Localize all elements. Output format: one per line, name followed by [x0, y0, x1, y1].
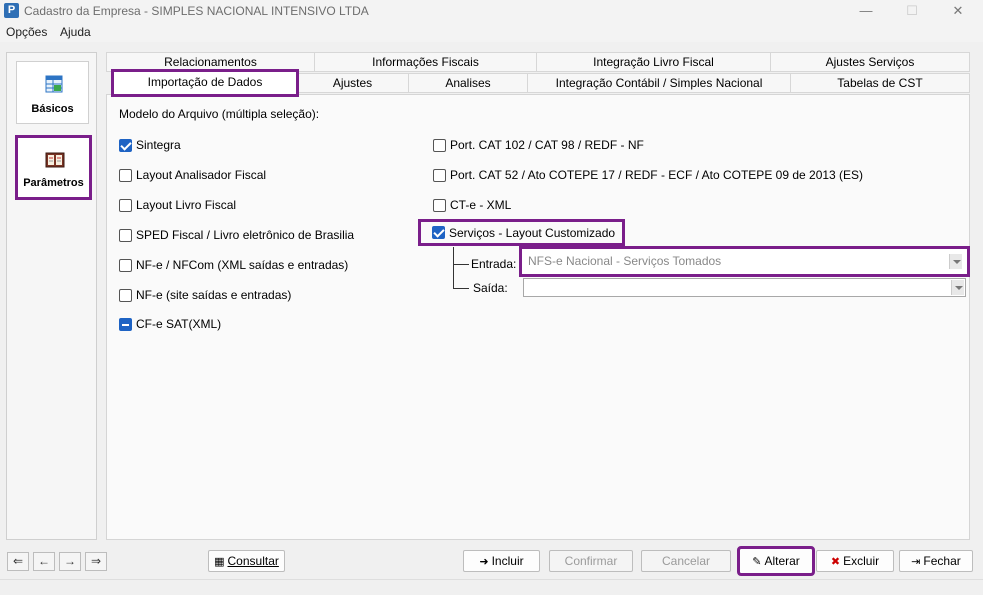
menu-ajuda[interactable]: Ajuda [60, 25, 91, 39]
tab-relacionamentos[interactable]: Relacionamentos [106, 52, 315, 72]
entrada-value: NFS-e Nacional - Serviços Tomados [528, 254, 722, 268]
option-servicos-layout-customizado[interactable]: Serviços - Layout Customizado [418, 219, 625, 246]
checkbox[interactable] [119, 198, 132, 212]
tab-integracao-contabil[interactable]: Integração Contábil / Simples Nacional [527, 73, 791, 93]
delete-icon: ✖ [830, 556, 841, 568]
option-sped-fiscal[interactable]: SPED Fiscal / Livro eletrônico de Brasil… [119, 227, 354, 243]
option-label: Layout Analisador Fiscal [136, 168, 267, 182]
next-record-button[interactable]: → [59, 552, 81, 571]
consultar-button[interactable]: ▦ Consultar [208, 550, 285, 572]
checkbox[interactable] [119, 288, 132, 302]
saida-label: Saída: [473, 281, 508, 295]
last-icon: ⇒ [90, 554, 102, 568]
checkbox[interactable] [119, 228, 132, 242]
option-nfe-nfcom[interactable]: NF-e / NFCom (XML saídas e entradas) [119, 257, 348, 273]
sidebar: Básicos Parâmetros [6, 52, 97, 540]
sidebar-item-basicos[interactable]: Básicos [16, 61, 89, 124]
confirmar-label: Confirmar [564, 554, 618, 568]
checkbox[interactable] [433, 168, 446, 182]
cancelar-button[interactable]: Cancelar [641, 550, 731, 572]
tab-integracao-livro-fiscal[interactable]: Integração Livro Fiscal [536, 52, 771, 72]
book-icon [45, 152, 65, 168]
checkbox-indeterminate[interactable] [119, 317, 132, 331]
tab-analises[interactable]: Analises [408, 73, 528, 93]
fechar-button[interactable]: ⇥ Fechar [899, 550, 973, 572]
consultar-label: Consultar [227, 554, 279, 568]
exit-icon: ⇥ [911, 556, 921, 568]
option-layout-livro-fiscal[interactable]: Layout Livro Fiscal [119, 197, 236, 213]
tab-informacoes-fiscais[interactable]: Informações Fiscais [314, 52, 537, 72]
minimize-button[interactable]: — [843, 0, 889, 22]
tab-strip: Relacionamentos Informações Fiscais Inte… [106, 52, 970, 97]
chevron-down-icon[interactable] [949, 254, 962, 269]
chevron-down-icon[interactable] [951, 280, 964, 295]
incluir-label: Incluir [491, 554, 524, 568]
option-label: Serviços - Layout Customizado [449, 225, 616, 240]
option-label: NF-e / NFCom (XML saídas e entradas) [136, 258, 349, 272]
title-bar: P Cadastro da Empresa - SIMPLES NACIONAL… [0, 0, 983, 22]
option-nfe-site[interactable]: NF-e (site saídas e entradas) [119, 287, 291, 303]
tab-importacao-de-dados[interactable]: Importação de Dados [111, 69, 299, 97]
incluir-button[interactable]: ➜ Incluir [463, 550, 540, 572]
tree-line [453, 247, 454, 289]
alterar-label: Alterar [764, 554, 800, 568]
add-icon: ➜ [479, 556, 489, 568]
checkbox[interactable] [433, 198, 446, 212]
maximize-button[interactable]: ☐ [889, 0, 935, 22]
option-label: Layout Livro Fiscal [136, 198, 237, 212]
first-icon: ⇐ [12, 554, 24, 568]
option-label: Port. CAT 52 / Ato COTEPE 17 / REDF - EC… [450, 168, 864, 182]
entrada-select[interactable]: NFS-e Nacional - Serviços Tomados [519, 246, 970, 277]
tab-tabelas-de-cst[interactable]: Tabelas de CST [790, 73, 970, 93]
excluir-label: Excluir [843, 554, 880, 568]
option-cfe-sat[interactable]: CF-e SAT(XML) [119, 316, 221, 332]
option-label: Port. CAT 102 / CAT 98 / REDF - NF [450, 138, 644, 152]
menu-bar: Opções Ajuda [0, 22, 983, 42]
option-port-cat-52[interactable]: Port. CAT 52 / Ato COTEPE 17 / REDF - EC… [433, 167, 863, 183]
option-sintegra[interactable]: Sintegra [119, 137, 181, 153]
checkbox[interactable] [433, 138, 446, 152]
section-title: Modelo do Arquivo (múltipla seleção): [119, 107, 320, 121]
app-icon: P [4, 3, 19, 18]
fechar-label: Fechar [923, 554, 961, 568]
tree-line [453, 264, 469, 265]
option-label: Sintegra [136, 138, 181, 152]
status-bar [0, 579, 983, 595]
checkbox[interactable] [119, 258, 132, 272]
cancelar-label: Cancelar [661, 554, 711, 568]
table-icon: ▦ [214, 556, 225, 568]
saida-select[interactable] [523, 278, 966, 297]
next-icon: → [64, 554, 76, 568]
close-button[interactable]: ✕ [935, 0, 981, 22]
option-cte-xml[interactable]: CT-e - XML [433, 197, 511, 213]
option-label: NF-e (site saídas e entradas) [136, 288, 292, 302]
checkbox-checked[interactable] [432, 226, 445, 239]
alterar-button[interactable]: ✎ Alterar [737, 546, 815, 576]
previous-record-button[interactable]: ← [33, 552, 55, 571]
last-record-button[interactable]: ⇒ [85, 552, 107, 571]
excluir-button[interactable]: ✖ Excluir [816, 550, 894, 572]
tree-line [453, 288, 469, 289]
confirmar-button[interactable]: Confirmar [549, 550, 633, 572]
option-label: SPED Fiscal / Livro eletrônico de Brasil… [136, 228, 355, 242]
edit-icon: ✎ [752, 556, 762, 568]
import-panel: Modelo do Arquivo (múltipla seleção): Si… [106, 94, 970, 540]
option-layout-analisador[interactable]: Layout Analisador Fiscal [119, 167, 266, 183]
first-record-button[interactable]: ⇐ [7, 552, 29, 571]
option-label: CF-e SAT(XML) [136, 317, 222, 331]
option-port-cat-102[interactable]: Port. CAT 102 / CAT 98 / REDF - NF [433, 137, 644, 153]
sidebar-item-parametros[interactable]: Parâmetros [15, 135, 92, 200]
checkbox-checked[interactable] [119, 138, 132, 152]
window-title: Cadastro da Empresa - SIMPLES NACIONAL I… [24, 4, 369, 18]
spreadsheet-icon [45, 75, 63, 93]
menu-opcoes[interactable]: Opções [6, 25, 47, 39]
tab-ajustes-servicos[interactable]: Ajustes Serviços [770, 52, 970, 72]
prev-icon: ← [38, 554, 50, 568]
tab-ajustes[interactable]: Ajustes [296, 73, 409, 93]
option-label: CT-e - XML [450, 198, 512, 212]
checkbox[interactable] [119, 168, 132, 182]
sidebar-item-label: Básicos [31, 103, 74, 115]
entrada-label: Entrada: [471, 257, 517, 271]
sidebar-item-label: Parâmetros [23, 177, 84, 189]
